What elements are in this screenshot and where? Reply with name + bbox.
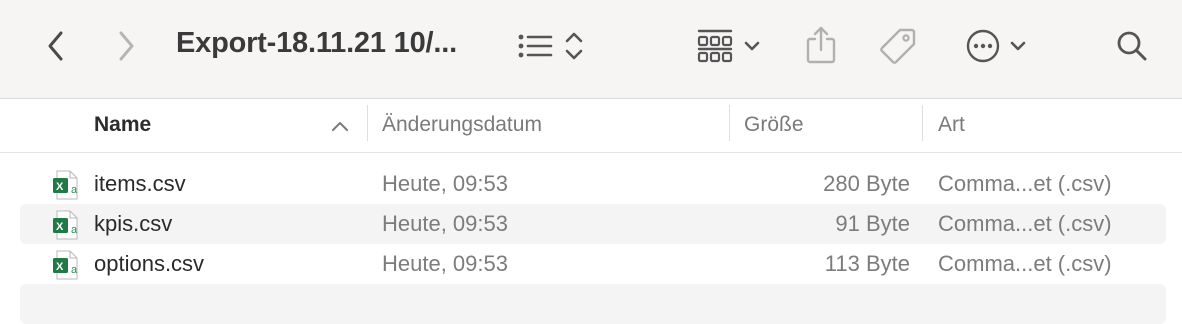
view-mode-button[interactable] bbox=[510, 28, 590, 64]
file-name: options.csv bbox=[94, 251, 205, 276]
file-name: items.csv bbox=[94, 171, 186, 196]
file-size: 91 Byte bbox=[835, 211, 910, 236]
file-kind: Comma...et (.csv) bbox=[938, 171, 1112, 196]
file-modified: Heute, 09:53 bbox=[382, 251, 508, 276]
svg-text:X: X bbox=[56, 261, 64, 273]
chevron-down-icon bbox=[1010, 41, 1026, 51]
column-header-kind[interactable]: Art bbox=[938, 113, 965, 137]
file-size: 280 Byte bbox=[823, 171, 910, 196]
chevron-down-icon bbox=[744, 41, 760, 51]
search-button[interactable] bbox=[1112, 26, 1152, 66]
file-modified: Heute, 09:53 bbox=[382, 211, 508, 236]
tag-icon bbox=[880, 28, 916, 64]
excel-csv-file-icon: a X bbox=[52, 210, 78, 245]
file-size: 113 Byte bbox=[824, 251, 910, 276]
excel-csv-file-icon: a X bbox=[52, 250, 78, 285]
column-divider[interactable] bbox=[367, 105, 368, 141]
svg-text:a: a bbox=[71, 264, 78, 276]
forward-button[interactable] bbox=[110, 26, 142, 66]
group-button[interactable] bbox=[690, 26, 766, 66]
file-row[interactable]: a X kpis.csv Heute, 09:53 91 Byte Comma.… bbox=[20, 204, 1166, 244]
excel-csv-file-icon: a X bbox=[52, 170, 78, 205]
grid-group-icon bbox=[697, 29, 733, 63]
share-button[interactable] bbox=[800, 22, 842, 68]
up-down-chevron-icon bbox=[565, 32, 583, 60]
svg-text:X: X bbox=[56, 221, 64, 233]
svg-text:X: X bbox=[56, 181, 64, 193]
column-header-name[interactable]: Name bbox=[94, 113, 151, 137]
more-actions-button[interactable] bbox=[960, 26, 1032, 66]
file-row[interactable]: a X items.csv Heute, 09:53 280 Byte Comm… bbox=[20, 164, 1166, 204]
back-button[interactable] bbox=[40, 26, 72, 66]
chevron-right-icon bbox=[119, 31, 134, 61]
file-kind: Comma...et (.csv) bbox=[938, 251, 1112, 276]
share-icon bbox=[806, 26, 836, 64]
toolbar: Export-18.11.21 10/... bbox=[0, 0, 1182, 99]
file-name: kpis.csv bbox=[94, 211, 173, 236]
column-divider[interactable] bbox=[922, 105, 923, 141]
file-kind: Comma...et (.csv) bbox=[938, 211, 1112, 236]
column-header-modified[interactable]: Änderungsdatum bbox=[382, 113, 542, 137]
file-modified: Heute, 09:53 bbox=[382, 171, 508, 196]
tag-button[interactable] bbox=[876, 24, 920, 68]
column-header-size[interactable]: Größe bbox=[744, 113, 804, 137]
chevron-left-icon bbox=[48, 31, 63, 61]
svg-text:a: a bbox=[71, 184, 78, 196]
column-divider[interactable] bbox=[729, 105, 730, 141]
file-row[interactable]: a X options.csv Heute, 09:53 113 Byte Co… bbox=[20, 244, 1166, 284]
empty-row bbox=[20, 284, 1166, 324]
sort-ascending-icon[interactable] bbox=[331, 120, 349, 132]
ellipsis-circle-icon bbox=[966, 29, 1000, 63]
search-icon bbox=[1117, 31, 1147, 61]
column-header-bar: Name Änderungsdatum Größe Art bbox=[0, 99, 1182, 153]
window-title: Export-18.11.21 10/... bbox=[176, 27, 457, 59]
list-view-icon bbox=[518, 34, 553, 58]
svg-text:a: a bbox=[71, 224, 78, 236]
